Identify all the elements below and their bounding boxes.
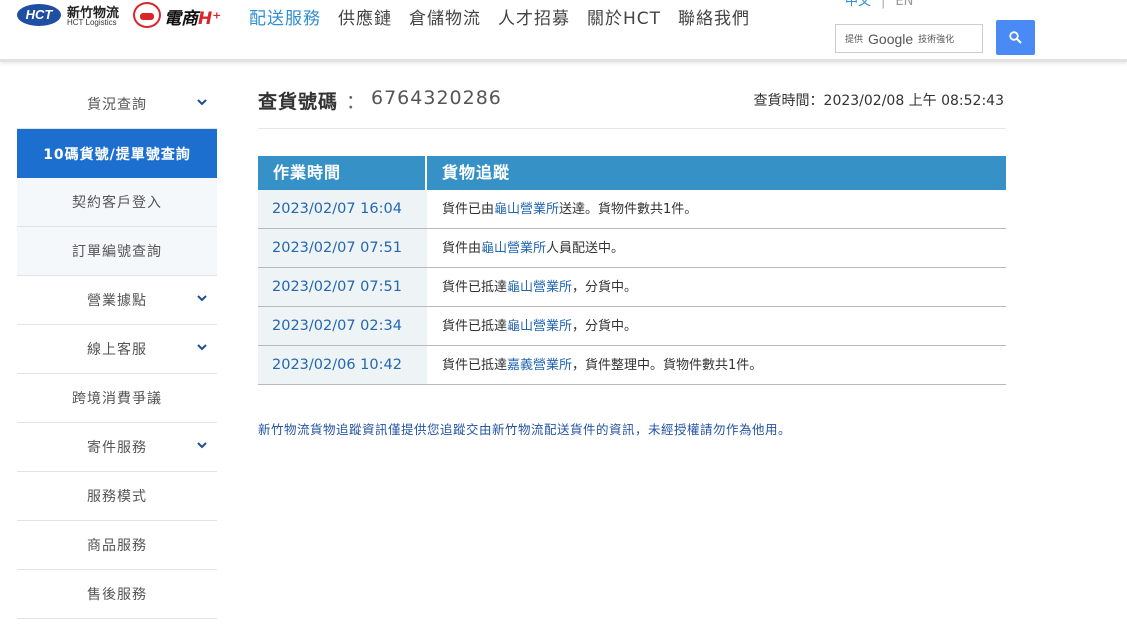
sidebar-item-label: 服務模式 (87, 489, 147, 505)
chevron-down-icon[interactable] (197, 442, 207, 449)
chevron-down-icon[interactable] (197, 99, 207, 106)
row-desc-text: 人員配送中。 (546, 241, 625, 256)
tracking-number-label: 查貨號碼 (258, 91, 339, 113)
row-time: 2023/02/06 10:42 (258, 346, 427, 384)
row-time: 2023/02/07 16:04 (258, 190, 427, 228)
row-desc-text: 貨件已抵達 (442, 358, 508, 373)
nav-item[interactable]: 配送服務 (249, 4, 321, 29)
sidebar-item[interactable]: 契約客戶登入 (17, 178, 217, 227)
ecommerce-logo-text: 電商 (164, 9, 198, 29)
table-row: 2023/02/07 02:34 貨件已抵達龜山營業所，分貨中。 (258, 307, 1006, 346)
disclaimer-text: 新竹物流貨物追蹤資訊僅提供您追蹤交由新竹物流配送貨件的資訊，未經授權請勿作為他用… (258, 422, 792, 437)
sidebar-item-label: 線上客服 (87, 342, 147, 358)
sidebar-item-label: 跨境消費爭議 (72, 391, 162, 407)
sidebar-item-label: 商品服務 (87, 538, 147, 554)
tracking-title-row: 查貨號碼 ： 6764320286 查貨時間：2023/02/08 上午 08:… (258, 85, 1006, 129)
row-desc-text: 貨件已抵達 (442, 280, 508, 295)
search-input[interactable]: 提供 Google 技術強化 (835, 24, 983, 53)
sidebar-item[interactable]: 營業據點 (17, 276, 217, 325)
branch-link[interactable]: 龜山營業所 (507, 319, 572, 334)
table-row: 2023/02/07 07:51 貨件由龜山營業所人員配送中。 (258, 229, 1006, 268)
sidebar-item-label: 貨況查詢 (87, 97, 147, 113)
row-desc-text: ，貨件整理中。貨物件數共1件。 (572, 358, 763, 373)
branch-link[interactable]: 龜山營業所 (494, 202, 559, 217)
branch-link[interactable]: 龜山營業所 (481, 241, 546, 256)
tracking-table: 作業時間 貨物追蹤 2023/02/07 16:04 貨件已由龜山營業所送達。貨物… (258, 156, 1006, 385)
row-desc-text: ，分貨中。 (572, 319, 638, 334)
sidebar-item[interactable]: 售後服務 (17, 570, 217, 619)
row-desc-text: 貨件已抵達 (442, 319, 508, 334)
sidebar-item-label: 契約客戶登入 (72, 195, 162, 211)
row-desc-text: ，分貨中。 (572, 280, 638, 295)
ecommerce-logo-h: H⁺ (198, 9, 222, 29)
query-time: 查貨時間：2023/02/08 上午 08:52:43 (753, 93, 1004, 109)
search-tech-label: 技術強化 (918, 35, 955, 45)
nav-item[interactable]: 倉儲物流 (409, 4, 481, 29)
row-time: 2023/02/07 07:51 (258, 268, 427, 306)
sidebar-item[interactable]: 服務模式 (17, 472, 217, 521)
table-body: 2023/02/07 16:04 貨件已由龜山營業所送達。貨物件數共1件。 2023… (258, 190, 1006, 385)
sidebar-item-label: 售後服務 (87, 587, 147, 603)
sidebar-item[interactable]: 跨境消費爭議 (17, 374, 217, 423)
sidebar-item-label: 10碼貨號/提單號查詢 (43, 146, 191, 163)
sidebar-item-label: 寄件服務 (87, 440, 147, 456)
site-header: HCT 新竹物流 HCT Logistics 電商H⁺ 配送服務 供應鏈 倉儲物流人… (0, 0, 1127, 62)
table-row: 2023/02/06 10:42 貨件已抵達嘉義營業所，貨件整理中。貨物件數共1件… (258, 346, 1006, 385)
tracking-number-value: 6764320286 (371, 87, 502, 109)
row-desc-text: 送達。貨物件數共1件。 (559, 202, 698, 217)
hct-logo[interactable]: HCT (17, 4, 61, 26)
search-icon (1009, 31, 1022, 44)
table-header: 作業時間 貨物追蹤 (258, 156, 1006, 190)
nav-item[interactable]: 關於HCT (587, 4, 661, 29)
language-switcher: 中文 | EN (845, 0, 913, 9)
logo-company-name-en[interactable]: HCT Logistics (67, 18, 117, 27)
table-row: 2023/02/07 07:51 貨件已抵達龜山營業所，分貨中。 (258, 268, 1006, 307)
search-provided-by: 提供 (845, 35, 864, 45)
nav-item[interactable]: 人才招募 (498, 4, 570, 29)
chevron-down-icon[interactable] (197, 344, 207, 351)
sidebar-item[interactable]: 貨況查詢 (17, 80, 217, 129)
branch-link[interactable]: 龜山營業所 (507, 280, 572, 295)
row-description: 貨件已由龜山營業所送達。貨物件數共1件。 (427, 190, 697, 228)
row-description: 貨件已抵達龜山營業所，分貨中。 (427, 268, 637, 306)
sidebar-item[interactable]: 10碼貨號/提單號查詢 (17, 129, 217, 178)
google-logo: Google (868, 30, 914, 47)
sidebar-item-label: 訂單編號查詢 (72, 244, 162, 260)
sidebar-item[interactable]: 訂單編號查詢 (17, 227, 217, 276)
ecommerce-logo[interactable]: 電商H⁺ (164, 4, 221, 29)
row-description: 貨件已抵達嘉義營業所，貨件整理中。貨物件數共1件。 (427, 346, 762, 384)
row-description: 貨件已抵達龜山營業所，分貨中。 (427, 307, 637, 345)
sidebar-item[interactable]: 寄件服務 (17, 423, 217, 472)
nav-item[interactable]: 供應鏈 (338, 4, 392, 29)
sidebar-menu: 貨況查詢 10碼貨號/提單號查詢 契約客戶登入 訂單編號查詢 營業據點線上客服跨境消費爭… (17, 80, 217, 619)
row-description: 貨件由龜山營業所人員配送中。 (427, 229, 624, 267)
main-nav: 配送服務 供應鏈 倉儲物流 人才招募 關於HCT 聯絡我們 (249, 4, 767, 29)
sidebar-item[interactable]: 線上客服 (17, 325, 217, 374)
ecommerce-mascot-icon[interactable] (133, 2, 161, 28)
tracking-number-colon: ： (346, 91, 366, 113)
col-header-time: 作業時間 (258, 156, 427, 190)
row-time: 2023/02/07 07:51 (258, 229, 427, 267)
lang-en-link[interactable]: EN (895, 0, 913, 9)
row-time: 2023/02/07 02:34 (258, 307, 427, 345)
table-row: 2023/02/07 16:04 貨件已由龜山營業所送達。貨物件數共1件。 (258, 190, 1006, 229)
branch-link[interactable]: 嘉義營業所 (507, 358, 572, 373)
sidebar-item-label: 營業據點 (87, 293, 147, 309)
lang-zh-link[interactable]: 中文 (845, 0, 871, 9)
lang-divider: | (881, 0, 886, 9)
nav-item[interactable]: 聯絡我們 (678, 4, 750, 29)
row-desc-text: 貨件由 (442, 241, 482, 256)
chevron-down-icon[interactable] (197, 295, 207, 302)
col-header-tracking: 貨物追蹤 (442, 163, 511, 182)
row-desc-text: 貨件已由 (442, 202, 495, 217)
search-button[interactable] (996, 20, 1035, 55)
sidebar-item[interactable]: 商品服務 (17, 521, 217, 570)
